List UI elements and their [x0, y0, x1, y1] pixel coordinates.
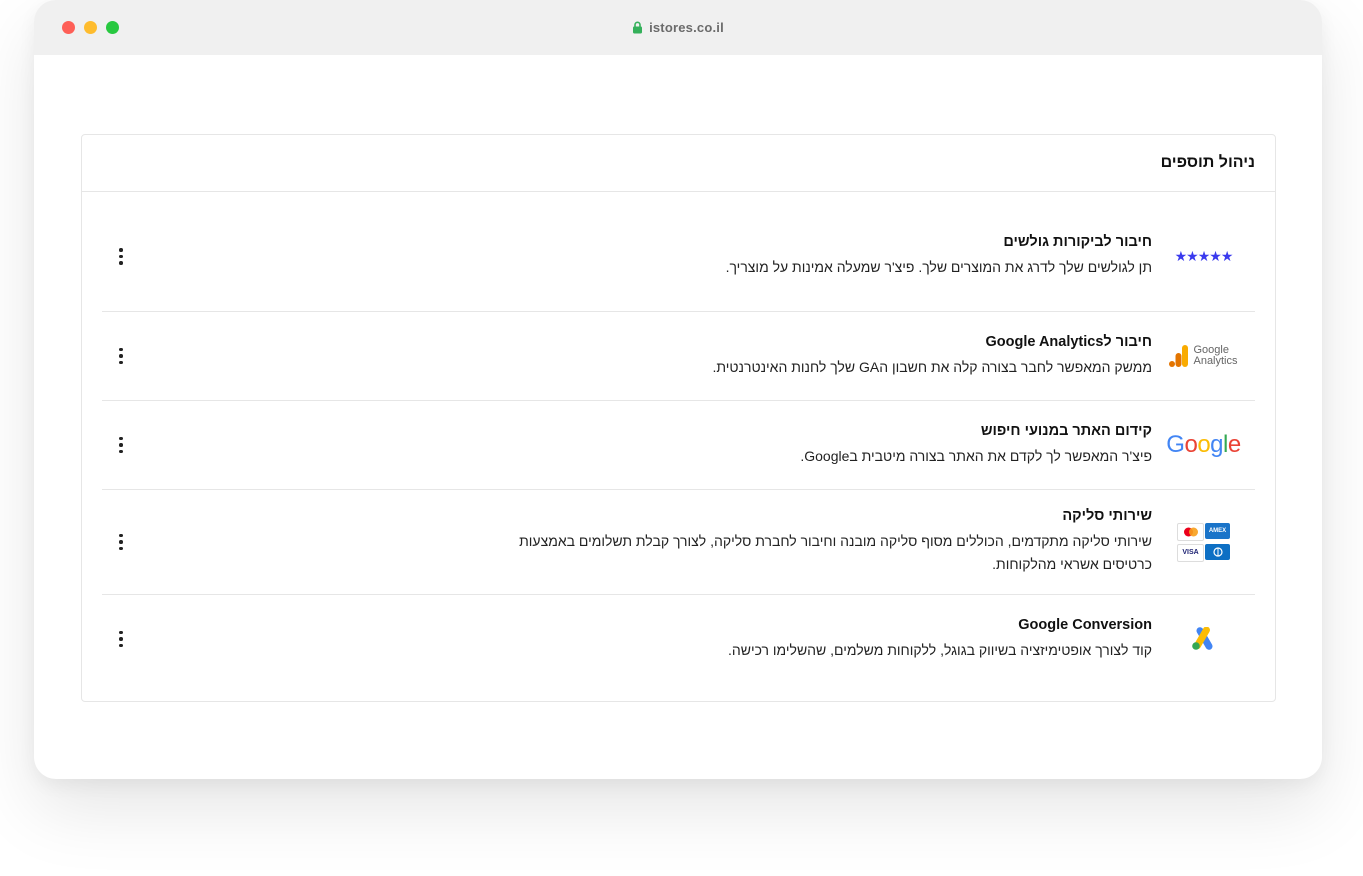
address-bar[interactable]: istores.co.il [34, 20, 1322, 37]
browser-window: istores.co.il ניהול תוספים ★★★★★ חיבור ל… [34, 0, 1322, 779]
addon-text: חיבור לביקורות גולשים תן לגולשים שלך לדר… [102, 234, 1152, 279]
addon-row-seo[interactable]: Google קידום האתר במנועי חיפוש פיצ'ר המא… [102, 401, 1255, 490]
addon-text: Google Conversion קוד לצורך אופטימיזציה … [102, 617, 1152, 662]
panel-header: ניהול תוספים [82, 135, 1275, 192]
addon-description: שירותי סליקה מתקדמים, הכוללים מסוף סליקה… [519, 533, 1152, 572]
addon-title: קידום האתר במנועי חיפוש [980, 422, 1152, 439]
addon-row-reviews[interactable]: ★★★★★ חיבור לביקורות גולשים תן לגולשים ש… [102, 202, 1255, 312]
addon-title: חיבור לביקורות גולשים [1003, 234, 1152, 250]
google-ads-logo [1152, 627, 1255, 651]
addon-description: קוד לצורך אופטימיזציה בשיווק בגוגל, ללקו… [728, 641, 1152, 658]
stars-rating-icon: ★★★★★ [1174, 248, 1234, 264]
page-title: ניהול תוספים [1160, 154, 1255, 171]
addon-row-payments[interactable]: AMEX VISA שירותי סליקה שירותי סליקה מתקד… [102, 490, 1255, 595]
addons-list: ★★★★★ חיבור לביקורות גולשים תן לגולשים ש… [102, 202, 1255, 683]
url-text: istores.co.il [649, 20, 724, 35]
addons-panel: ניהול תוספים ★★★★★ חיבור לביקורות גולשים… [81, 134, 1276, 702]
google-logo: Google [1166, 431, 1241, 458]
addon-description: פיצ'ר המאפשר לך לקדם את האתר בצורה מיטבי… [800, 447, 1152, 464]
browser-titlebar: istores.co.il [34, 0, 1322, 55]
addon-title: שירותי סליקה [1062, 508, 1152, 524]
more-options-icon[interactable] [112, 433, 130, 457]
visa-icon: VISA [1177, 543, 1204, 562]
more-options-icon[interactable] [112, 530, 130, 554]
addon-title: Google Conversion [1018, 616, 1152, 633]
diners-club-icon [1205, 543, 1230, 560]
google-analytics-logo: Google Analytics [1152, 344, 1255, 368]
analytics-bars-icon [1169, 345, 1189, 367]
addon-description: ממשק המאפשר לחבר בצורה קלה את חשבון הGA … [712, 358, 1152, 375]
addon-title: חיבור לGoogle Analytics [985, 333, 1152, 350]
addon-row-google-conversion[interactable]: Google Conversion קוד לצורך אופטימיזציה … [102, 595, 1255, 683]
mastercard-icon [1177, 522, 1204, 541]
addon-description: תן לגולשים שלך לדרג את המוצרים שלך. פיצ'… [725, 259, 1152, 275]
addon-row-google-analytics[interactable]: Google Analytics חיבור לGoogle Analytics… [102, 312, 1255, 401]
more-options-icon[interactable] [112, 245, 130, 269]
amex-icon: AMEX [1205, 522, 1230, 539]
addon-text: קידום האתר במנועי חיפוש פיצ'ר המאפשר לך … [102, 423, 1152, 468]
addon-text: חיבור לGoogle Analytics ממשק המאפשר לחבר… [102, 334, 1152, 379]
more-options-icon[interactable] [112, 627, 130, 651]
credit-cards-logo: AMEX VISA [1152, 522, 1255, 562]
addon-text: שירותי סליקה שירותי סליקה מתקדמים, הכולל… [102, 508, 1152, 576]
more-options-icon[interactable] [112, 344, 130, 368]
lock-icon [632, 21, 643, 37]
